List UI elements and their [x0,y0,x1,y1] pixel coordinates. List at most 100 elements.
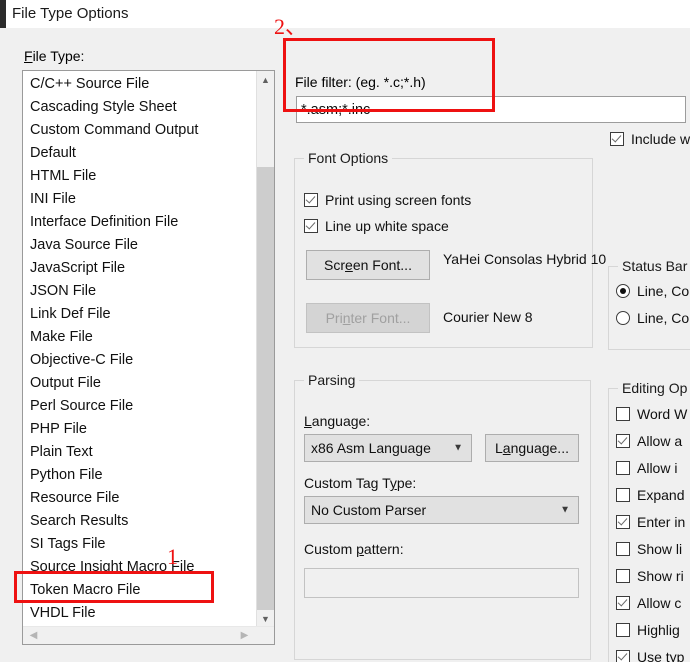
list-item[interactable]: Python File [23,464,257,487]
vertical-scroll-thumb[interactable] [257,167,274,622]
list-item[interactable]: Cascading Style Sheet [23,96,257,119]
list-item[interactable]: Plain Text [23,441,257,464]
checkbox-icon[interactable] [616,515,630,529]
checkbox-label: Word W [637,406,688,422]
list-item[interactable]: JavaScript File [23,257,257,280]
list-item[interactable]: Output File [23,372,257,395]
list-item[interactable]: C/C++ Source File [23,73,257,96]
list-item[interactable]: SI Tags File [23,533,257,556]
printer-font-button[interactable]: Printer Font... [306,303,430,333]
checkbox-editing-option-7[interactable]: Allow c [616,595,681,611]
checkbox-icon[interactable] [616,461,630,475]
checkbox-icon[interactable] [616,434,630,448]
custom-pattern-input[interactable] [304,568,579,598]
checkbox-label: Allow a [637,433,683,449]
checkbox-icon[interactable] [616,596,630,610]
checkbox-editing-option-2[interactable]: Allow i [616,460,677,476]
list-item[interactable]: Perl Source File [23,395,257,418]
status-bar-group-title: Status Bar [618,258,690,274]
checkbox-editing-option-5[interactable]: Show li [616,541,682,557]
checkbox-print-using-screen-fonts[interactable]: Print using screen fonts [304,192,471,208]
checkbox-label: Print using screen fonts [325,192,472,208]
chevron-left-icon[interactable]: ◀ [25,627,42,644]
checkbox-label: Show li [637,541,683,557]
checkbox-label: Include w [631,131,690,147]
list-item[interactable]: Source Insight Macro File [23,556,257,579]
list-item[interactable]: Resource File [23,487,257,510]
list-item[interactable]: VHDL File [23,602,257,625]
checkbox-editing-option-6[interactable]: Show ri [616,568,684,584]
checkbox-editing-option-8[interactable]: Highlig [616,622,680,638]
checkbox-line-up-white-space[interactable]: Line up white space [304,218,449,234]
custom-pattern-label: Custom pattern: [304,541,404,557]
file-filter-input[interactable] [296,96,686,123]
checkbox-editing-option-9[interactable]: Use typ [616,649,684,662]
file-type-options-dialog: File Type Options File Type: C/C++ Sourc… [0,0,690,662]
radio-icon[interactable] [616,311,630,325]
chevron-down-icon[interactable]: ▼ [257,610,274,627]
checkbox-include-when[interactable]: Include w [610,131,690,147]
list-item[interactable]: Default [23,142,257,165]
list-item[interactable]: Link Def File [23,303,257,326]
list-item[interactable]: Make File [23,326,257,349]
screen-font-button[interactable]: Screen Font... [306,250,430,280]
list-item[interactable]: Search Results [23,510,257,533]
checkbox-icon[interactable] [616,488,630,502]
checkbox-icon[interactable] [616,623,630,637]
file-type-listbox[interactable]: C/C++ Source File Cascading Style Sheet Cu… [22,70,275,645]
screen-font-button-label: Screen Font... [324,257,412,273]
checkbox-editing-option-4[interactable]: Enter in [616,514,685,530]
language-combobox[interactable]: x86 Asm Language ▼ [304,434,472,462]
checkbox-icon[interactable] [616,569,630,583]
window-title: File Type Options [12,5,129,22]
title-bar: File Type Options [0,0,690,28]
radio-status-bar-option-1[interactable]: Line, Co [616,283,689,299]
list-item[interactable]: Token Macro File [23,579,257,602]
checkbox-icon[interactable] [610,132,624,146]
status-bar-group: Status Bar [608,258,690,350]
font-options-group-title: Font Options [304,150,393,166]
list-item[interactable]: INI File [23,188,257,211]
listbox-horizontal-scrollbar[interactable]: ◀ ▶ [23,626,274,644]
list-item[interactable]: Interface Definition File [23,211,257,234]
checkbox-icon[interactable] [616,650,630,662]
language-button-label: Language... [495,440,569,456]
checkbox-editing-option-3[interactable]: Expand [616,487,684,503]
list-item[interactable]: Objective-C File [23,349,257,372]
list-item[interactable]: PHP File [23,418,257,441]
list-item[interactable]: JSON File [23,280,257,303]
checkbox-icon[interactable] [616,542,630,556]
chevron-right-icon[interactable]: ▶ [236,627,253,644]
file-type-label: File Type: [24,48,85,64]
checkbox-icon[interactable] [304,193,318,207]
radio-icon[interactable] [616,284,630,298]
editing-options-group-title: Editing Op [618,380,690,396]
checkbox-editing-option-1[interactable]: Allow a [616,433,682,449]
list-item[interactable]: HTML File [23,165,257,188]
scrollbar-corner [257,627,274,644]
radio-status-bar-option-2[interactable]: Line, Co [616,310,689,326]
chevron-up-icon[interactable]: ▲ [257,71,274,88]
printer-font-value: Courier New 8 [443,309,533,325]
file-filter-label: File filter: (eg. *.c;*.h) [295,74,426,90]
checkbox-editing-option-0[interactable]: Word W [616,406,687,422]
chevron-down-icon[interactable]: ▼ [560,505,570,516]
dialog-client-area: File Type: C/C++ Source File Cascading St… [0,28,690,662]
chevron-down-icon[interactable]: ▼ [453,443,463,454]
listbox-vertical-scrollbar[interactable]: ▲ ▼ [256,71,274,627]
checkbox-icon[interactable] [304,219,318,233]
checkbox-label: Highlig [637,622,680,638]
screen-font-value: YaHei Consolas Hybrid 10 [443,251,607,267]
list-item[interactable]: Java Source File [23,234,257,257]
radio-label: Line, Co [637,283,690,299]
custom-tag-type-value: No Custom Parser [311,502,427,518]
checkbox-icon[interactable] [616,407,630,421]
printer-font-button-label: Printer Font... [325,310,411,326]
checkbox-label: Line up white space [325,218,449,234]
custom-tag-type-label: Custom Tag Type: [304,475,417,491]
language-combobox-value: x86 Asm Language [311,440,431,456]
custom-tag-type-combobox[interactable]: No Custom Parser ▼ [304,496,579,524]
language-button[interactable]: Language... [485,434,579,462]
file-type-list-items[interactable]: C/C++ Source File Cascading Style Sheet Cu… [23,71,257,644]
list-item[interactable]: Custom Command Output [23,119,257,142]
